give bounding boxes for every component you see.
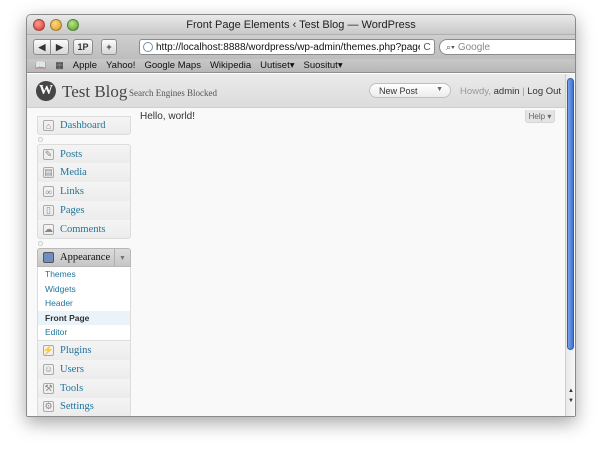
menu-tools[interactable]: ⚒ Tools (37, 378, 131, 398)
menu-comments[interactable]: ☁ Comments (37, 220, 131, 239)
submenu-header[interactable]: Header (38, 296, 130, 311)
window-controls (33, 19, 79, 31)
back-button[interactable]: ◀ (33, 39, 51, 55)
user-greeting: Howdy, admin | Log Out (460, 86, 561, 97)
search-icon: ⌕▾ (446, 41, 455, 52)
bookmark-wikipedia[interactable]: Wikipedia (210, 60, 251, 71)
zoom-window-button[interactable] (67, 19, 79, 31)
title-bar: Front Page Elements ‹ Test Blog — WordPr… (27, 15, 575, 35)
logout-link[interactable]: Log Out (527, 86, 561, 97)
web-viewport: W Test Blog Search Engines Blocked New P… (27, 74, 575, 416)
menu-settings[interactable]: ⚙ Settings (37, 397, 131, 416)
menu-links-label: Links (60, 186, 84, 197)
dropdown-caret-icon: ▼ (436, 86, 443, 93)
menu-plugins[interactable]: ⚡ Plugins (37, 340, 131, 360)
browser-toolbar: ◀ ▶ 1P + http://localhost:8888/wordpress… (27, 35, 575, 59)
scroll-down-arrow-icon[interactable]: ▼ (566, 396, 575, 406)
window-title: Front Page Elements ‹ Test Blog — WordPr… (186, 19, 416, 31)
comments-icon: ☁ (43, 223, 54, 235)
bookmarks-bar: 📖 ▦ Apple Yahoo! Google Maps Wikipedia U… (27, 59, 575, 73)
menu-posts[interactable]: ✎ Posts (37, 144, 131, 163)
menu-links[interactable]: ∞ Links (37, 182, 131, 201)
menu-plugins-label: Plugins (60, 344, 92, 356)
menu-pages-label: Pages (60, 205, 85, 216)
submenu-front-page[interactable]: Front Page (38, 310, 130, 325)
wp-admin-header: W Test Blog Search Engines Blocked New P… (27, 74, 575, 108)
menu-appearance[interactable]: Appearance ▼ (37, 248, 131, 267)
tools-icon: ⚒ (43, 382, 54, 394)
help-tab[interactable]: Help ▾ (525, 110, 555, 123)
submenu-toggle-icon[interactable]: ▼ (114, 249, 130, 266)
add-bookmark-button[interactable]: + (101, 39, 117, 55)
dashboard-icon: ⌂ (43, 120, 54, 131)
posts-icon: ✎ (43, 148, 54, 160)
help-label: Help (528, 111, 546, 121)
bookmark-apple[interactable]: Apple (73, 60, 97, 71)
menu-dashboard-label: Dashboard (60, 120, 106, 131)
menu-pages[interactable]: ▯ Pages (37, 201, 131, 220)
new-post-dropdown[interactable]: New Post ▼ (369, 83, 451, 98)
search-engines-blocked-notice[interactable]: Search Engines Blocked (129, 88, 217, 98)
nav-buttons: ◀ ▶ (33, 39, 69, 55)
submenu-themes[interactable]: Themes (38, 267, 130, 282)
appearance-submenu: Themes Widgets Header Front Page Editor (37, 267, 131, 341)
bookmark-google-maps[interactable]: Google Maps (144, 60, 201, 71)
wordpress-logo-icon: W (36, 81, 56, 101)
new-post-label: New Post (379, 85, 418, 96)
close-window-button[interactable] (33, 19, 45, 31)
header-separator: | (522, 86, 525, 97)
vertical-scrollbar[interactable]: ▲ ▼ (565, 74, 575, 416)
submenu-widgets[interactable]: Widgets (38, 282, 130, 297)
plugins-icon: ⚡ (42, 344, 55, 356)
bookmark-uutiset[interactable]: Uutiset▾ (260, 60, 294, 71)
reading-list-icon[interactable]: 📖 (35, 60, 46, 71)
menu-tools-label: Tools (60, 382, 84, 394)
links-icon: ∞ (43, 186, 54, 197)
bookmark-yahoo[interactable]: Yahoo! (106, 60, 135, 71)
submenu-editor[interactable]: Editor (38, 325, 130, 340)
menu-posts-label: Posts (60, 148, 83, 160)
bookmark-suositut[interactable]: Suositut▾ (304, 60, 343, 71)
media-icon: ▤ (43, 167, 54, 178)
users-icon: ☺ (43, 363, 54, 375)
howdy-label: Howdy, (460, 86, 491, 97)
menu-users-label: Users (60, 363, 84, 375)
search-placeholder: Google (457, 41, 491, 53)
scroll-up-arrow-icon[interactable]: ▲ (566, 386, 575, 396)
browser-window: Front Page Elements ‹ Test Blog — WordPr… (26, 14, 576, 417)
menu-users[interactable]: ☺ Users (37, 359, 131, 379)
menu-media-label: Media (60, 167, 87, 178)
reload-icon[interactable]: C (420, 42, 434, 53)
menu-separator (37, 239, 131, 248)
menu-settings-label: Settings (60, 401, 94, 412)
address-bar[interactable]: http://localhost:8888/wordpress/wp-admin… (139, 39, 435, 55)
menu-dashboard[interactable]: ⌂ Dashboard (37, 116, 131, 135)
onepassword-button[interactable]: 1P (73, 39, 93, 55)
minimize-window-button[interactable] (50, 19, 62, 31)
username-link[interactable]: admin (494, 86, 520, 97)
settings-icon: ⚙ (43, 401, 54, 412)
menu-media[interactable]: ▤ Media (37, 163, 131, 182)
globe-icon (143, 42, 153, 52)
menu-separator (37, 135, 131, 144)
url-text: http://localhost:8888/wordpress/wp-admin… (156, 41, 420, 53)
page-content: Hello, world! (140, 111, 196, 122)
site-title[interactable]: Test Blog (62, 82, 127, 102)
top-sites-grid-icon[interactable]: ▦ (55, 60, 64, 71)
scrollbar-thumb[interactable] (567, 78, 574, 350)
admin-menu: ⌂ Dashboard ✎ Posts ▤ Media ∞ Links ▯ Pa… (37, 116, 131, 416)
forward-button[interactable]: ▶ (51, 39, 69, 55)
search-field[interactable]: ⌕▾ Google (439, 39, 575, 55)
menu-appearance-label: Appearance (60, 252, 111, 263)
pages-icon: ▯ (43, 205, 54, 216)
appearance-icon (43, 252, 54, 263)
menu-comments-label: Comments (60, 223, 106, 235)
